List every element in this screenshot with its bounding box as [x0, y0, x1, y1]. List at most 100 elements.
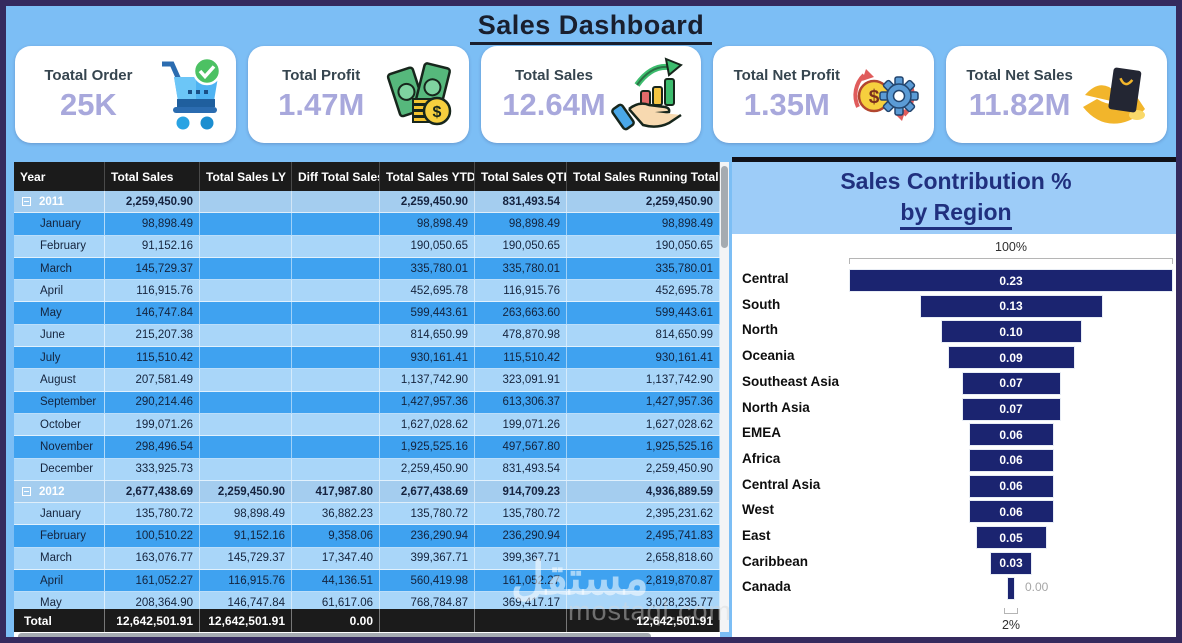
funnel-bar[interactable]: 0.06 — [969, 423, 1054, 446]
table-cell: 399,367.71 — [380, 548, 475, 569]
kpi-card-total-net-profit[interactable]: Total Net Profit 1.35M $ — [713, 46, 934, 143]
column-header[interactable]: Total Sales Running Total — [567, 162, 720, 191]
funnel-bar[interactable]: 0.06 — [969, 500, 1054, 523]
table-row[interactable]: February100,510.2291,152.169,358.06236,2… — [14, 525, 720, 547]
table-year-row[interactable]: 20122,677,438.692,259,450.90417,987.802,… — [14, 481, 720, 503]
table-cell: 1,627,028.62 — [567, 414, 720, 435]
funnel-row: Africa0.06 — [732, 448, 1180, 474]
kpi-card-total-sales[interactable]: Total Sales 12.64M — [481, 46, 702, 143]
funnel-bar[interactable]: 0.03 — [990, 552, 1032, 575]
table-cell: 98,898.49 — [380, 213, 475, 234]
table-row[interactable]: March163,076.77145,729.3717,347.40399,36… — [14, 548, 720, 570]
table-cell: 290,214.46 — [105, 392, 200, 413]
table-cell: 199,071.26 — [105, 414, 200, 435]
month-label: March — [14, 258, 105, 279]
table-cell: 61,617.06 — [292, 592, 380, 609]
table-row[interactable]: November298,496.541,925,525.16497,567.80… — [14, 436, 720, 458]
funnel-bar[interactable]: 0.09 — [948, 346, 1075, 369]
funnel-top-axis-label: 100% — [849, 240, 1173, 254]
table-cell: 930,161.41 — [380, 347, 475, 368]
table-row[interactable]: January98,898.4998,898.4998,898.4998,898… — [14, 213, 720, 235]
funnel-row: Canada0.00 — [732, 576, 1180, 602]
table-cell — [200, 436, 292, 457]
funnel-category-label: West — [742, 502, 774, 517]
funnel-row: Central0.23 — [732, 268, 1180, 294]
table-cell — [200, 236, 292, 257]
column-header[interactable]: Total Sales — [105, 162, 200, 191]
table-row[interactable]: February91,152.16190,050.65190,050.65190… — [14, 236, 720, 258]
funnel-category-label: Oceania — [742, 348, 795, 363]
kpi-card-total-net-sales[interactable]: Total Net Sales 11.82M — [946, 46, 1167, 143]
funnel-bar[interactable] — [1007, 577, 1015, 600]
table-cell: 452,695.78 — [380, 280, 475, 301]
vertical-scrollbar-thumb[interactable] — [721, 166, 728, 248]
kpi-card-total-profit[interactable]: Total Profit 1.47M $ — [248, 46, 469, 143]
table-row[interactable]: January135,780.7298,898.4936,882.23135,7… — [14, 503, 720, 525]
table-cell — [292, 213, 380, 234]
column-header[interactable]: Total Sales QTD — [475, 162, 567, 191]
funnel-bar-value: 0.05 — [999, 531, 1022, 545]
funnel-category-label: EMEA — [742, 425, 781, 440]
funnel-row: East0.05 — [732, 525, 1180, 551]
table-row[interactable]: July115,510.42930,161.41115,510.42930,16… — [14, 347, 720, 369]
total-cell — [475, 609, 567, 632]
table-row[interactable]: April116,915.76452,695.78116,915.76452,6… — [14, 280, 720, 302]
funnel-bar[interactable]: 0.07 — [962, 398, 1061, 421]
column-header[interactable]: Diff Total Sales — [292, 162, 380, 191]
table-cell — [200, 392, 292, 413]
column-header[interactable]: Year — [14, 162, 105, 191]
table-row[interactable]: May208,364.90146,747.8461,617.06768,784.… — [14, 592, 720, 609]
table-row[interactable]: September290,214.461,427,957.36613,306.3… — [14, 392, 720, 414]
collapse-icon[interactable] — [22, 487, 31, 496]
funnel-bar[interactable]: 0.06 — [969, 475, 1054, 498]
funnel-row: North0.10 — [732, 319, 1180, 345]
funnel-bar-value: 0.03 — [999, 556, 1022, 570]
table-cell: 115,510.42 — [475, 347, 567, 368]
table-row[interactable]: June215,207.38814,650.99478,870.98814,65… — [14, 325, 720, 347]
table-year-row[interactable]: 20112,259,450.902,259,450.90831,493.542,… — [14, 191, 720, 213]
table-row[interactable]: August207,581.491,137,742.90323,091.911,… — [14, 369, 720, 391]
funnel-bar[interactable]: 0.07 — [962, 372, 1061, 395]
funnel-bar-value: 0.10 — [999, 325, 1022, 339]
funnel-bar[interactable]: 0.13 — [920, 295, 1103, 318]
month-label: July — [14, 347, 105, 368]
table-cell: 215,207.38 — [105, 325, 200, 346]
funnel-bar[interactable]: 0.23 — [849, 269, 1173, 292]
table-cell: 190,050.65 — [380, 236, 475, 257]
table-cell: 2,259,450.90 — [200, 481, 292, 502]
table-cell: 1,925,525.16 — [567, 436, 720, 457]
table-cell — [292, 392, 380, 413]
table-cell — [292, 236, 380, 257]
table-cell: 9,358.06 — [292, 525, 380, 546]
table-cell: 236,290.94 — [380, 525, 475, 546]
table-cell — [292, 414, 380, 435]
vertical-scrollbar[interactable] — [720, 162, 729, 632]
table-row[interactable]: October199,071.261,627,028.62199,071.261… — [14, 414, 720, 436]
column-header[interactable]: Total Sales LY — [200, 162, 292, 191]
table-cell: 116,915.76 — [475, 280, 567, 301]
table-cell: 2,259,450.90 — [567, 191, 720, 212]
total-cell — [380, 609, 475, 632]
funnel-bar[interactable]: 0.06 — [969, 449, 1054, 472]
hand-growth-icon — [611, 54, 691, 136]
table-cell: 599,443.61 — [380, 302, 475, 323]
table-row[interactable]: May146,747.84599,443.61263,663.60599,443… — [14, 302, 720, 324]
table-row[interactable]: December333,925.732,259,450.90831,493.54… — [14, 459, 720, 481]
funnel-bar[interactable]: 0.10 — [941, 320, 1082, 343]
collapse-icon[interactable] — [22, 197, 31, 206]
table-cell: 115,510.42 — [105, 347, 200, 368]
kpi-card-total-order[interactable]: Toatal Order 25K — [15, 46, 236, 143]
horizontal-scrollbar[interactable] — [14, 632, 720, 641]
table-cell: 560,419.98 — [380, 570, 475, 591]
funnel-bar[interactable]: 0.05 — [976, 526, 1047, 549]
table-cell: 116,915.76 — [105, 280, 200, 301]
column-header[interactable]: Total Sales YTD — [380, 162, 475, 191]
table-cell: 2,819,870.87 — [567, 570, 720, 591]
kpi-label: Total Net Sales — [966, 67, 1072, 84]
funnel-header: Sales Contribution % by Region — [732, 162, 1180, 234]
kpi-label: Total Profit — [282, 67, 360, 84]
table-row[interactable]: April161,052.27116,915.7644,136.51560,41… — [14, 570, 720, 592]
horizontal-scrollbar-thumb[interactable] — [18, 633, 651, 640]
kpi-cards: Toatal Order 25K Total Profit — [15, 46, 1167, 143]
table-row[interactable]: March145,729.37335,780.01335,780.01335,7… — [14, 258, 720, 280]
